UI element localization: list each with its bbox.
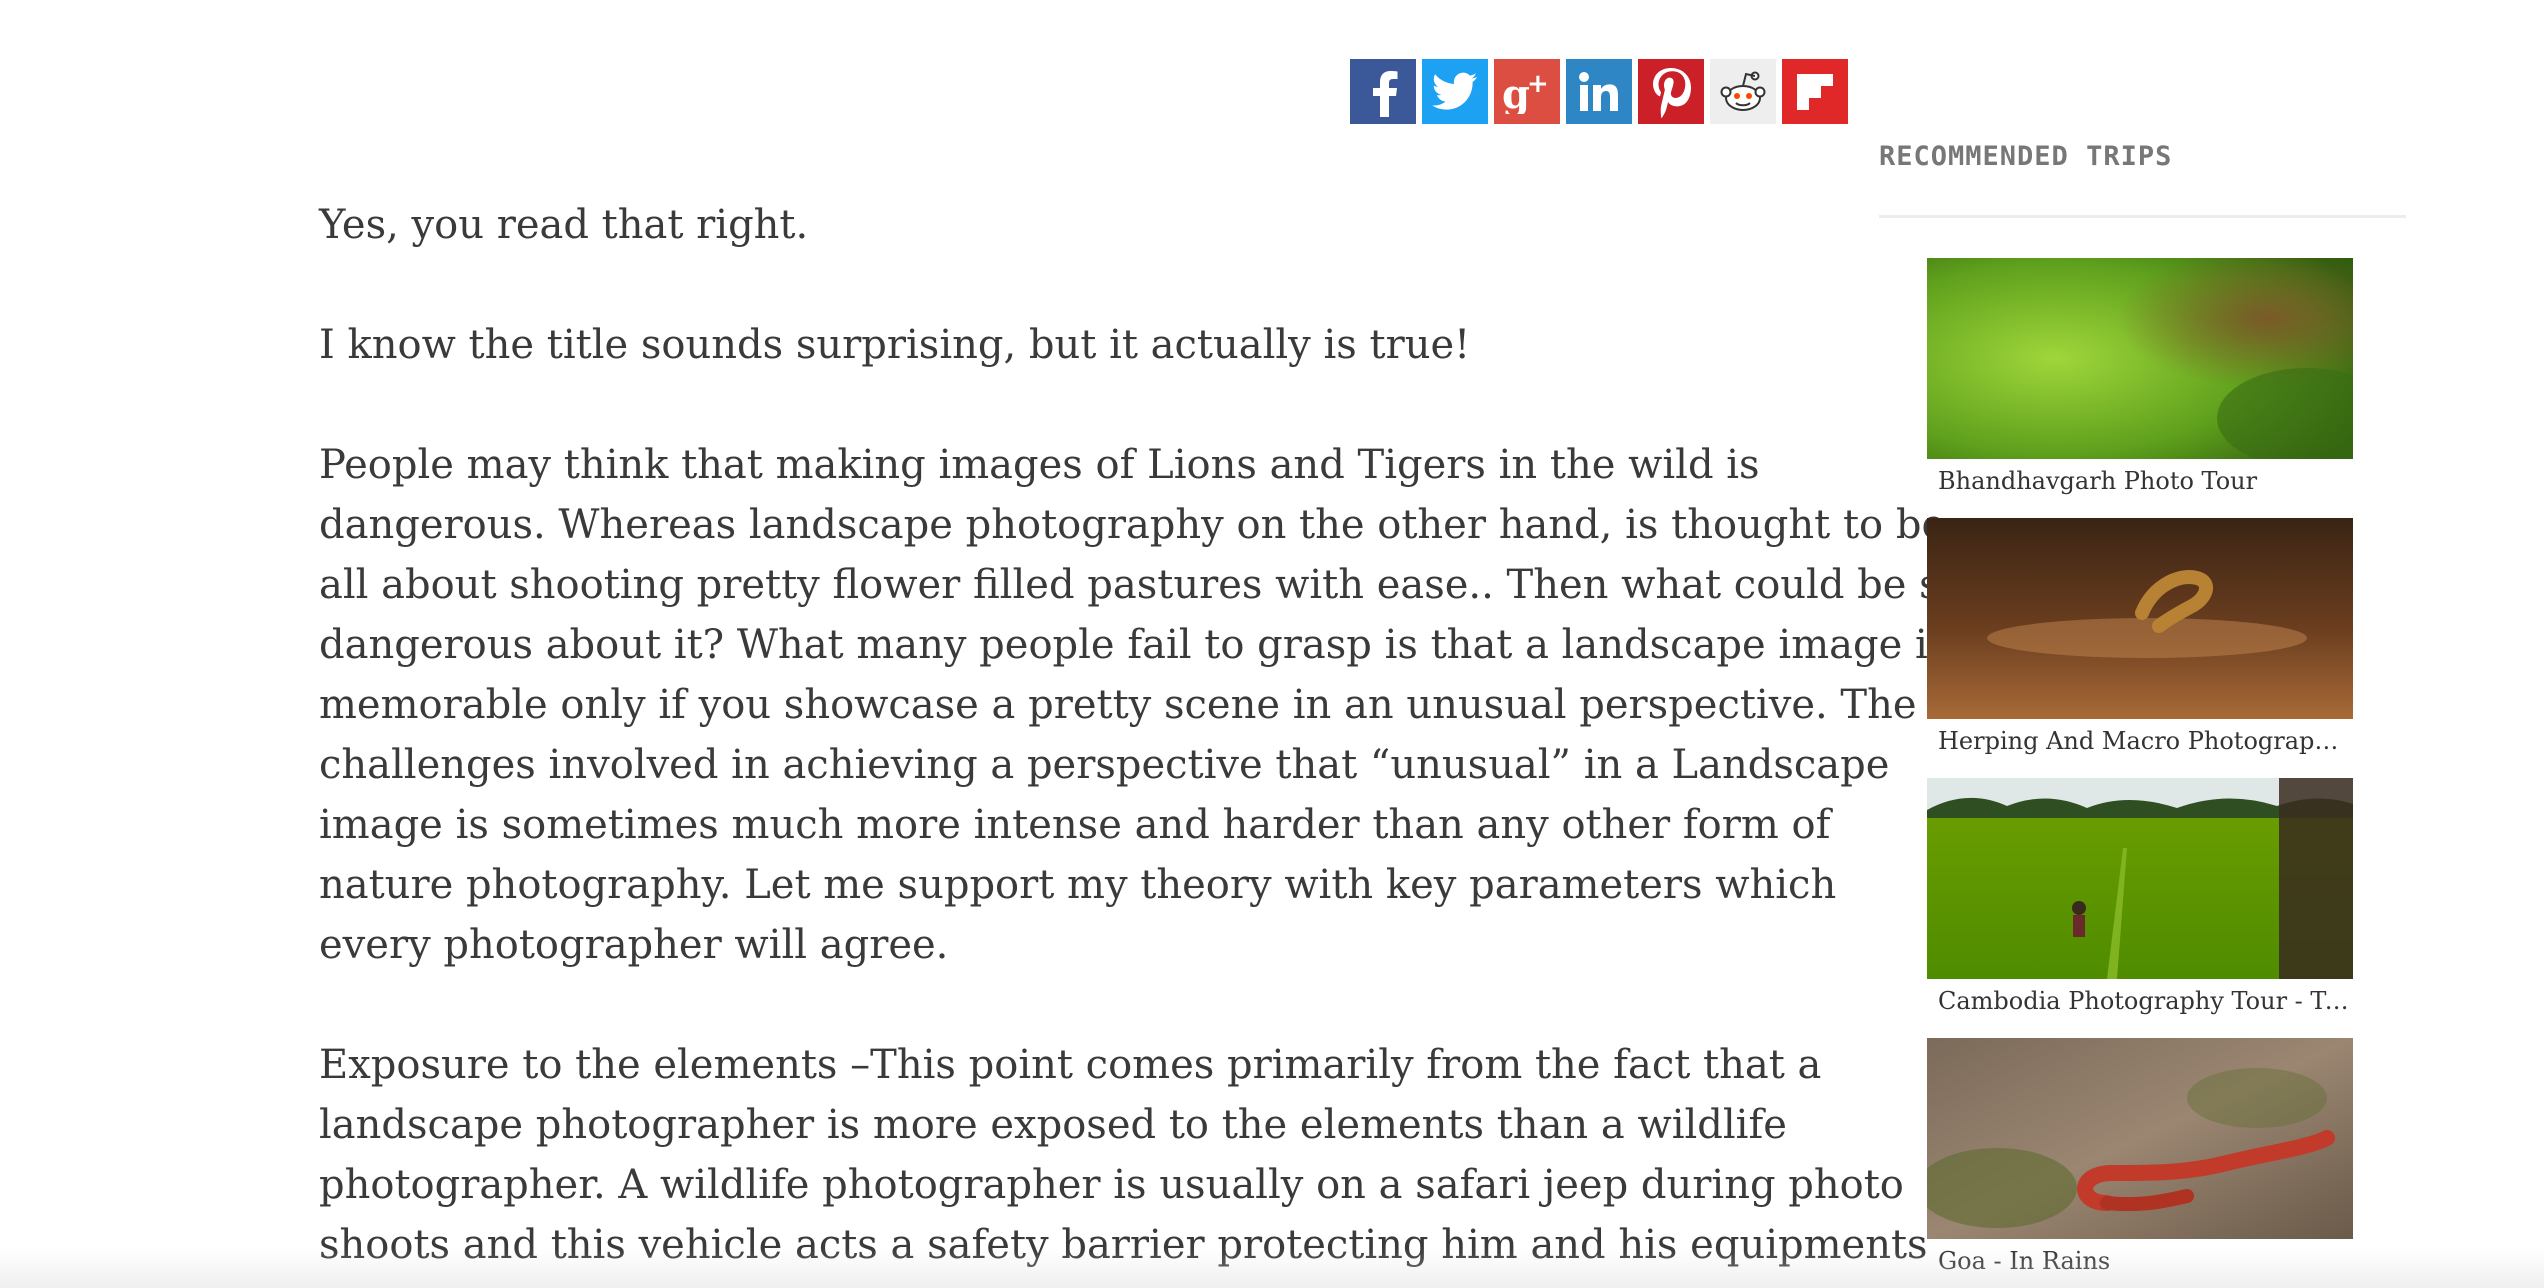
article-paragraph: I know the title sounds surprising, but … <box>319 322 1471 368</box>
trip-thumbnail-tiger[interactable] <box>1927 258 2353 459</box>
paragraph-line: photographer. A wildlife photographer is… <box>319 1162 1904 1208</box>
article-paragraph: Exposure to the elements –This point com… <box>319 1035 1928 1275</box>
sidebar-heading: RECOMMENDED TRIPS <box>1879 140 2406 218</box>
paragraph-line: landscape photographer is more exposed t… <box>319 1102 1787 1148</box>
trip-thumbnail-snake[interactable] <box>1927 518 2353 719</box>
paragraph-line: nature photography. Let me support my th… <box>319 862 1837 908</box>
google-plus-share-button[interactable]: g + <box>1494 59 1560 124</box>
paragraph-line: shoots and this vehicle acts a safety ba… <box>319 1222 1928 1268</box>
trip-card[interactable]: Herping And Macro Photography ... <box>1927 518 2353 778</box>
pinterest-share-button[interactable] <box>1638 59 1704 124</box>
paragraph-line: all about shooting pretty flower filled … <box>319 562 1964 608</box>
paragraph-line: Exposure to the elements –This point com… <box>319 1042 1822 1088</box>
trip-card[interactable]: Goa - In Rains <box>1927 1038 2353 1288</box>
facebook-icon <box>1373 70 1398 117</box>
trip-card[interactable]: Cambodia Photography Tour - Tem... <box>1927 778 2353 1038</box>
paragraph-line: every photographer will agree. <box>319 922 949 968</box>
twitter-icon <box>1432 72 1477 110</box>
facebook-share-button[interactable] <box>1350 59 1416 124</box>
trip-title[interactable]: Bhandhavgarh Photo Tour <box>1938 461 2352 501</box>
google-plus-icon: g + <box>1502 70 1549 114</box>
trip-card[interactable]: Bhandhavgarh Photo Tour <box>1927 258 2353 518</box>
trip-title[interactable]: Herping And Macro Photography ... <box>1938 721 2352 761</box>
trip-title[interactable]: Goa - In Rains <box>1938 1241 2352 1281</box>
reddit-share-button[interactable] <box>1710 59 1776 124</box>
article-body: Yes, you read that right. I know the tit… <box>319 195 1964 1288</box>
linkedin-icon <box>1579 71 1618 111</box>
trip-thumbnail-rice-field[interactable] <box>1927 778 2353 979</box>
paragraph-line: dangerous about it? What many people fai… <box>319 622 1949 668</box>
paragraph-line: challenges involved in achieving a persp… <box>319 742 1890 788</box>
flipboard-share-button[interactable] <box>1782 59 1848 124</box>
trip-title[interactable]: Cambodia Photography Tour - Tem... <box>1938 981 2352 1021</box>
trip-list: Bhandhavgarh Photo Tour Herping And Macr… <box>1879 258 2406 1288</box>
pinterest-icon <box>1653 67 1691 118</box>
linkedin-share-button[interactable] <box>1566 59 1632 124</box>
paragraph-line: memorable only if you showcase a pretty … <box>319 682 1917 728</box>
paragraph-line: People may think that making images of L… <box>319 442 1760 488</box>
article-paragraph: Yes, you read that right. <box>319 202 809 248</box>
article-paragraph: People may think that making images of L… <box>319 435 1964 975</box>
twitter-share-button[interactable] <box>1422 59 1488 124</box>
svg-text:+: + <box>1527 70 1549 99</box>
reddit-icon <box>1720 71 1766 111</box>
paragraph-line: image is sometimes much more intense and… <box>319 802 1831 848</box>
paragraph-line: dangerous. Whereas landscape photography… <box>319 502 1946 548</box>
recommended-trips-sidebar: RECOMMENDED TRIPS Bhandhavgarh Photo Tou… <box>1879 140 2406 1288</box>
social-share-bar: g + <box>1350 59 1848 124</box>
svg-text:g: g <box>1502 71 1530 114</box>
flipboard-icon <box>1797 73 1833 110</box>
trip-thumbnail-red-snake[interactable] <box>1927 1038 2353 1239</box>
